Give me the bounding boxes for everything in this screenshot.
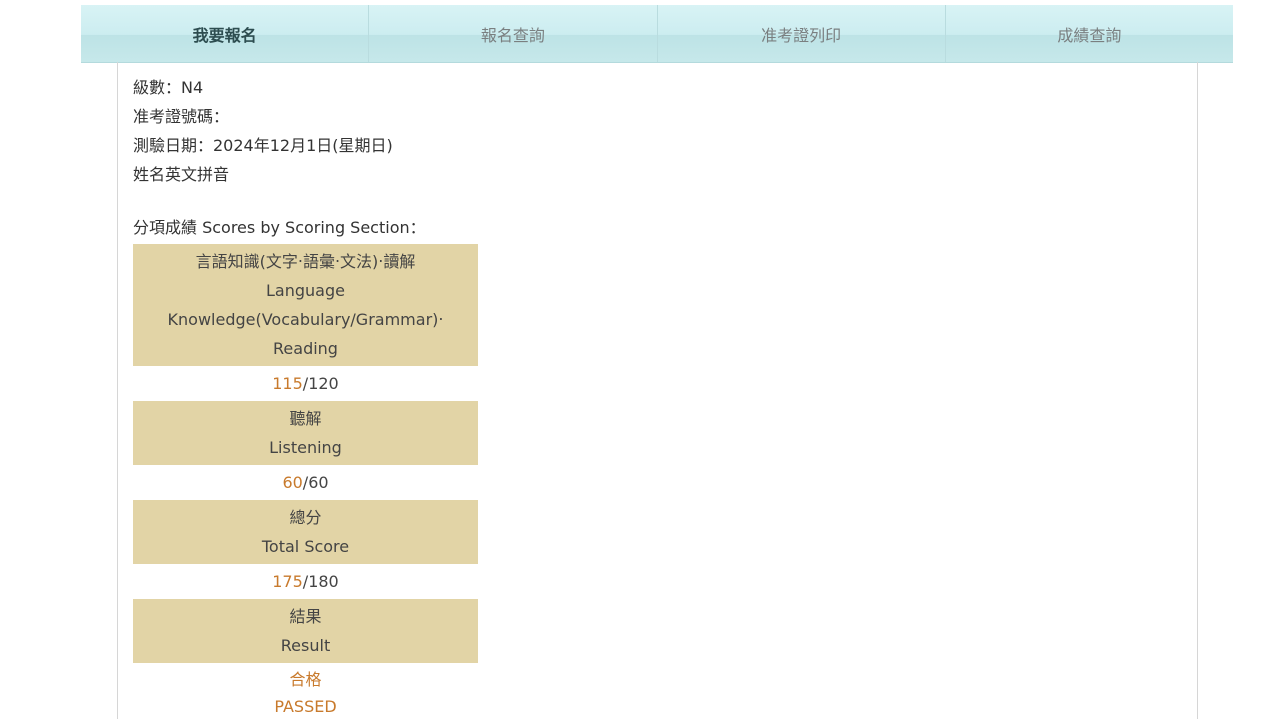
result-value-en: PASSED	[274, 697, 337, 716]
tab-score-inquiry[interactable]: 成績查詢	[946, 5, 1233, 62]
tab-registration-inquiry[interactable]: 報名查詢	[369, 5, 658, 62]
tab-register[interactable]: 我要報名	[81, 5, 370, 62]
candidate-info: 級數：N4 准考證號碼： 測驗日期：2024年12月1日(星期日) 姓名英文拼音	[133, 73, 393, 189]
result-value: 合格 PASSED	[133, 663, 478, 719]
page: 我要報名 報名查詢 准考證列印 成績查詢 級數：N4 准考證號碼： 測驗日期：2…	[0, 0, 1280, 719]
section-label-en: Total Score	[261, 537, 350, 556]
score-obtained: 60	[282, 473, 303, 492]
section-label-zh: 總分	[289, 508, 322, 527]
section-label-en: Result	[280, 636, 331, 655]
score-language-reading: 115/120	[133, 366, 478, 401]
content-panel: 級數：N4 准考證號碼： 測驗日期：2024年12月1日(星期日) 姓名英文拼音…	[117, 62, 1198, 719]
scores-table: 言語知識(文字‧語彙‧文法)‧讀解 Language Knowledge(Voc…	[133, 244, 478, 719]
section-label-zh: 結果	[289, 607, 322, 626]
test-date-text: 測驗日期：2024年12月1日(星期日)	[133, 136, 393, 155]
section-header-result: 結果 Result	[133, 599, 478, 663]
level-text: 級數：N4	[133, 78, 204, 97]
score-max: /60	[302, 473, 329, 492]
score-max: /180	[302, 572, 339, 591]
section-label-en: Listening	[269, 438, 342, 457]
score-obtained: 175	[272, 572, 303, 591]
section-label-en: Language Knowledge(Vocabulary/Grammar)‧ …	[167, 281, 444, 358]
scores-section-title: 分項成績 Scores by Scoring Section：	[133, 218, 426, 237]
name-romaji-text: 姓名英文拼音	[133, 165, 230, 184]
section-header-listening: 聽解 Listening	[133, 401, 478, 465]
section-label-zh: 聽解	[289, 409, 322, 428]
score-obtained: 115	[272, 374, 303, 393]
score-listening: 60/60	[133, 465, 478, 500]
section-header-total: 總分 Total Score	[133, 500, 478, 564]
score-max: /120	[302, 374, 339, 393]
tab-bar: 我要報名 報名查詢 准考證列印 成績查詢	[81, 5, 1233, 63]
section-header-language-reading: 言語知識(文字‧語彙‧文法)‧讀解 Language Knowledge(Voc…	[133, 244, 478, 366]
section-label-zh: 言語知識(文字‧語彙‧文法)‧讀解	[195, 252, 416, 271]
score-total: 175/180	[133, 564, 478, 599]
result-value-zh: 合格	[289, 670, 322, 689]
tab-admission-ticket-print[interactable]: 准考證列印	[658, 5, 946, 62]
ticket-number-text: 准考證號碼：	[133, 107, 230, 126]
